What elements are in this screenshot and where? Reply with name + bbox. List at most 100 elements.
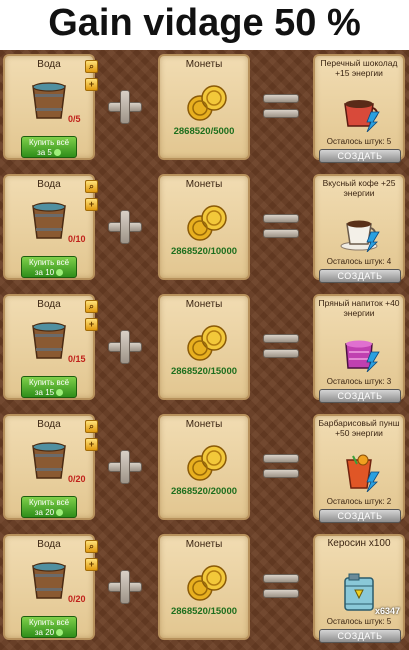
coins-card: Монеты 2868520/20000	[158, 414, 250, 520]
coins-icon	[187, 85, 227, 121]
buy-all-price: за 20	[34, 508, 55, 517]
recipe-row: Вода 0/5 ⌕ + Купить всё за 5 Монеты 2868…	[0, 50, 409, 164]
equals-icon	[263, 214, 299, 240]
buy-all-button[interactable]: Купить всё за 20	[21, 496, 77, 518]
add-icon[interactable]: +	[85, 78, 98, 91]
buy-all-price: за 10	[34, 268, 55, 277]
buy-all-button[interactable]: Купить всё за 20	[21, 616, 77, 638]
plus-icon	[108, 90, 142, 124]
add-icon[interactable]: +	[85, 558, 98, 571]
ingredient-card: Вода 0/15 ⌕ + Купить всё за 15	[3, 294, 98, 400]
equals-icon	[263, 454, 299, 480]
gem-icon	[56, 509, 64, 516]
gem-icon	[56, 389, 64, 396]
remaining-count: Осталось штук: 2	[326, 497, 392, 506]
buy-all-button[interactable]: Купить всё за 15	[21, 376, 77, 398]
result-label: Барбарисовый пунш +50 энергии	[318, 418, 400, 438]
result-card: Пряный напиток +40 энергии Осталось штук…	[313, 294, 405, 403]
recipe-row: Вода 0/20 ⌕ + Купить всё за 20 Монеты 28…	[0, 530, 409, 644]
ingredient-count: 0/5	[68, 114, 81, 124]
ingredient-label: Вода	[37, 419, 61, 430]
ingredient-card: Вода 0/5 ⌕ + Купить всё за 5	[3, 54, 98, 160]
water-bucket-icon	[32, 442, 66, 479]
coins-icon	[187, 565, 227, 601]
buy-all-label: Купить всё	[28, 498, 70, 507]
ingredient-count: 0/15	[68, 354, 86, 364]
ingredient-label: Вода	[37, 59, 61, 70]
plus-icon	[108, 330, 142, 364]
coins-label: Монеты	[185, 419, 223, 430]
gem-icon	[56, 269, 64, 276]
chocolate-cup-icon	[344, 100, 380, 132]
create-button[interactable]: СОЗДАТЬ	[319, 389, 401, 403]
result-card: Вкусный кофе +25 энергии Осталось штук: …	[313, 174, 405, 283]
coins-label: Монеты	[185, 179, 223, 190]
create-button[interactable]: СОЗДАТЬ	[319, 269, 401, 283]
search-icon[interactable]: ⌕	[85, 540, 98, 553]
ingredient-count: 0/10	[68, 234, 86, 244]
search-icon[interactable]: ⌕	[85, 180, 98, 193]
water-bucket-icon	[32, 322, 66, 359]
buy-all-label: Купить всё	[28, 378, 70, 387]
equals-icon	[263, 94, 299, 120]
search-icon[interactable]: ⌕	[85, 60, 98, 73]
buy-all-label: Купить всё	[28, 258, 70, 267]
ingredient-card: Вода 0/10 ⌕ + Купить всё за 10	[3, 174, 98, 280]
coins-icon	[187, 325, 227, 361]
coins-card: Монеты 2868520/10000	[158, 174, 250, 280]
remaining-count: Осталось штук: 5	[326, 137, 392, 146]
add-icon[interactable]: +	[85, 318, 98, 331]
ingredient-card: Вода 0/20 ⌕ + Купить всё за 20	[3, 414, 98, 520]
coins-value: 2868520/15000	[170, 366, 238, 377]
coins-value: 2868520/5000	[173, 126, 235, 137]
search-icon[interactable]: ⌕	[85, 420, 98, 433]
ingredient-label: Вода	[37, 539, 61, 550]
water-bucket-icon	[32, 202, 66, 239]
coins-label: Монеты	[185, 299, 223, 310]
buy-all-button[interactable]: Купить всё за 10	[21, 256, 77, 278]
page-title: Gain vidage 50 %	[0, 0, 409, 50]
coins-value: 2868520/20000	[170, 486, 238, 497]
coins-label: Монеты	[185, 59, 223, 70]
buy-all-price: за 5	[37, 148, 52, 157]
remaining-count: Осталось штук: 3	[326, 377, 392, 386]
plus-icon	[108, 210, 142, 244]
buy-all-button[interactable]: Купить всё за 5	[21, 136, 77, 158]
buy-all-price: за 20	[34, 628, 55, 637]
add-icon[interactable]: +	[85, 198, 98, 211]
create-button[interactable]: СОЗДАТЬ	[319, 509, 401, 523]
buy-all-price: за 15	[34, 388, 55, 397]
punch-glass-icon	[346, 454, 380, 492]
equals-icon	[263, 574, 299, 600]
buy-all-label: Купить всё	[28, 618, 70, 627]
remaining-count: Осталось штук: 4	[326, 257, 392, 266]
coins-label: Монеты	[185, 539, 223, 550]
coins-icon	[187, 445, 227, 481]
coins-card: Монеты 2868520/15000	[158, 534, 250, 640]
result-label: Вкусный кофе +25 энергии	[322, 178, 396, 198]
result-card: Перечный шоколад +15 энергии Осталось шт…	[313, 54, 405, 163]
coins-icon	[187, 205, 227, 241]
spiced-drink-icon	[345, 340, 380, 372]
result-label: Керосин x100	[327, 538, 391, 549]
water-bucket-icon	[32, 562, 66, 599]
gem-icon	[53, 149, 61, 156]
coins-value: 2868520/10000	[170, 246, 238, 257]
crafting-board: Вода 0/5 ⌕ + Купить всё за 5 Монеты 2868…	[0, 50, 409, 650]
ingredient-count: 0/20	[68, 474, 86, 484]
create-button[interactable]: СОЗДАТЬ	[319, 149, 401, 163]
ingredient-count: 0/20	[68, 594, 86, 604]
plus-icon	[108, 570, 142, 604]
coffee-cup-icon	[340, 220, 380, 252]
ingredient-label: Вода	[37, 299, 61, 310]
search-icon[interactable]: ⌕	[85, 300, 98, 313]
create-button[interactable]: СОЗДАТЬ	[319, 629, 401, 643]
coins-card: Монеты 2868520/5000	[158, 54, 250, 160]
buy-all-label: Купить всё	[28, 138, 70, 147]
equals-icon	[263, 334, 299, 360]
recipe-row: Вода 0/10 ⌕ + Купить всё за 10 Монеты 28…	[0, 170, 409, 284]
ingredient-card: Вода 0/20 ⌕ + Купить всё за 20	[3, 534, 98, 640]
stock-count: x6347	[375, 606, 401, 616]
plus-icon	[108, 450, 142, 484]
add-icon[interactable]: +	[85, 438, 98, 451]
